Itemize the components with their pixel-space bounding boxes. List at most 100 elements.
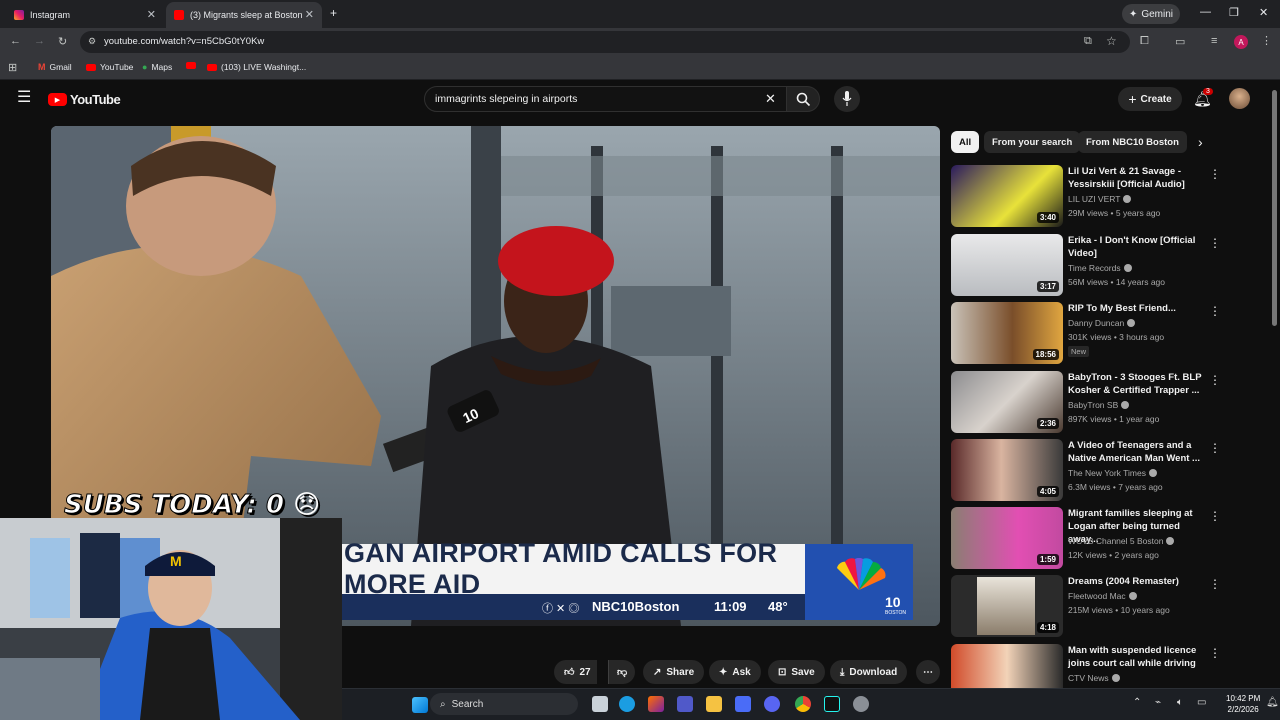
bookmark-youtube[interactable]: YouTube [86,62,133,72]
more-options-icon[interactable]: ⋮ [1209,577,1221,591]
back-icon[interactable]: ← [10,35,21,47]
more-options-icon[interactable]: ⋮ [1209,646,1221,660]
chevron-right-icon[interactable]: › [1198,134,1203,150]
more-actions-button[interactable]: ⋯ [916,660,940,684]
search-input[interactable]: immagrints slepeing in airports ✕ [424,86,788,112]
more-options-icon[interactable]: ⋮ [1209,304,1221,318]
chrome-menu-icon[interactable]: ⋮ [1261,34,1272,47]
video-title[interactable]: BabyTron - 3 Stooges Ft. BLP Kosher & Ce… [1068,371,1208,397]
settings-icon[interactable] [853,696,869,712]
chip-all[interactable]: All [951,131,980,153]
dislike-button[interactable]: 👎︎ [608,660,636,684]
video-thumbnail[interactable]: 1:59 [951,507,1063,569]
bookmark-gmail[interactable]: M Gmail [38,62,72,72]
share-button[interactable]: ↗ Share [643,660,705,684]
bookmark-live-washington[interactable]: (103) LIVE Washingt... [207,62,306,72]
reading-list-icon[interactable]: ≡ [1211,35,1217,47]
save-button[interactable]: ⊡ Save [768,660,825,684]
more-options-icon[interactable]: ⋮ [1209,167,1221,181]
new-tab-icon[interactable]: + [330,6,337,20]
chip-from-nbc10-boston[interactable]: From NBC10 Boston [1078,131,1187,153]
channel-name[interactable]: Fleetwood Mac [1068,591,1137,601]
windows-start-icon[interactable] [412,697,428,713]
extensions-icon[interactable]: ⧠ [1140,35,1149,48]
video-thumbnail[interactable]: 4:18 [951,575,1063,637]
video-thumbnail[interactable]: 3:40 [951,165,1063,227]
voice-search-button[interactable] [834,86,860,112]
tiktok-icon[interactable] [824,696,840,712]
video-title[interactable]: A Video of Teenagers and a Native Americ… [1068,439,1208,465]
video-title[interactable]: Erika - I Don't Know [Official Video] [1068,234,1208,260]
more-options-icon[interactable]: ⋮ [1209,373,1221,387]
more-options-icon[interactable]: ⋮ [1209,236,1221,250]
video-thumbnail[interactable]: 4:05 [951,439,1063,501]
tab-instagram[interactable]: Instagram ✕ [6,2,164,28]
more-options-icon[interactable]: ⋮ [1209,441,1221,455]
channel-name[interactable]: WCVB Channel 5 Boston [1068,536,1175,546]
recommendation-item[interactable]: 3:40 Lil Uzi Vert & 21 Savage - Yessirsk… [951,165,1273,229]
minimize-icon[interactable]: — [1200,6,1211,18]
close-window-icon[interactable]: ✕ [1259,6,1268,19]
video-title[interactable]: RIP To My Best Friend... [1068,302,1208,315]
video-thumbnail[interactable]: 2:36 [951,371,1063,433]
bookmark-youtube-2[interactable] [186,62,196,69]
task-view-icon[interactable] [592,696,608,712]
channel-name[interactable]: CTV News [1068,673,1120,683]
tab-youtube-video[interactable]: (3) Migrants sleep at Boston Lo ✕ [166,2,322,28]
install-app-icon[interactable]: ⧉ [1084,35,1092,48]
forward-icon[interactable]: → [34,35,45,47]
channel-name[interactable]: LIL UZI VERT [1068,194,1132,204]
recommendation-item[interactable]: 4:05 A Video of Teenagers and a Native A… [951,439,1273,503]
address-bar[interactable]: ⚙ youtube.com/watch?v=n5CbG0tY0Kw ⧉ ☆ [80,31,1130,53]
chrome-icon[interactable] [795,696,811,712]
teams-icon[interactable] [677,696,693,712]
chevron-up-icon[interactable]: ⌃ [1133,697,1141,708]
taskbar-search[interactable]: ⌕ Search [430,693,578,715]
network-icon[interactable]: ⌁ [1155,697,1161,708]
reload-icon[interactable]: ↻ [58,35,67,48]
chip-from-your-search[interactable]: From your search [984,131,1081,153]
notification-center-icon[interactable]: 🔔︎ [1266,697,1279,708]
video-title[interactable]: Dreams (2004 Remaster) [1068,575,1208,588]
video-title[interactable]: Lil Uzi Vert & 21 Savage - Yessirskiii [… [1068,165,1208,191]
hamburger-menu-icon[interactable]: ☰ [17,90,31,106]
close-tab-icon[interactable]: ✕ [305,9,314,21]
restore-icon[interactable]: ❐ [1229,6,1239,19]
bookmark-maps[interactable]: ● Maps [142,62,172,72]
discord-icon[interactable] [764,696,780,712]
edge-icon[interactable] [619,696,635,712]
recommendation-item[interactable]: Man with suspended licence joins court c… [951,644,1273,688]
ask-button[interactable]: ✦ Ask [709,660,761,684]
video-title[interactable]: Man with suspended licence joins court c… [1068,644,1208,670]
close-tab-icon[interactable]: ✕ [147,9,156,21]
more-options-icon[interactable]: ⋮ [1209,509,1221,523]
channel-name[interactable]: The New York Times [1068,468,1157,478]
channel-name[interactable]: Time Records [1068,263,1132,273]
split-view-icon[interactable]: ▭ [1175,35,1185,48]
battery-icon[interactable]: ▭ [1197,697,1206,708]
taskbar-clock[interactable]: 10:42 PM 2/2/2026 [1226,693,1260,715]
recommendation-item[interactable]: 2:36 BabyTron - 3 Stooges Ft. BLP Kosher… [951,371,1273,435]
bookmark-star-icon[interactable]: ☆ [1106,34,1117,48]
video-thumbnail[interactable] [951,644,1063,688]
site-info-icon[interactable]: ⚙ [88,36,96,47]
recommendation-item[interactable]: 3:17 Erika - I Don't Know [Official Vide… [951,234,1273,298]
download-button[interactable]: ⤓ Download [830,660,908,684]
page-scrollbar-thumb[interactable] [1272,90,1277,326]
create-button[interactable]: + Create [1118,87,1182,111]
youtube-logo[interactable]: ▶ YouTube [48,92,121,107]
recommendation-item[interactable]: 4:18 Dreams (2004 Remaster) Fleetwood Ma… [951,575,1273,639]
account-avatar[interactable] [1229,88,1250,109]
clear-search-icon[interactable]: ✕ [765,91,776,107]
profile-avatar[interactable]: A [1234,35,1248,49]
recommendation-item[interactable]: 1:59 Migrant families sleeping at Logan … [951,507,1273,571]
apps-grid-icon[interactable]: ⊞ [8,61,17,74]
video-thumbnail[interactable]: 18:56 [951,302,1063,364]
speaker-icon[interactable]: 🔈︎ [1177,697,1183,708]
channel-name[interactable]: BabyTron SB [1068,400,1130,410]
search-button[interactable] [786,86,820,112]
like-button[interactable]: 👍︎ 27 [554,660,597,684]
file-explorer-icon[interactable] [706,696,722,712]
copilot-icon[interactable] [648,696,664,712]
video-thumbnail[interactable]: 3:17 [951,234,1063,296]
